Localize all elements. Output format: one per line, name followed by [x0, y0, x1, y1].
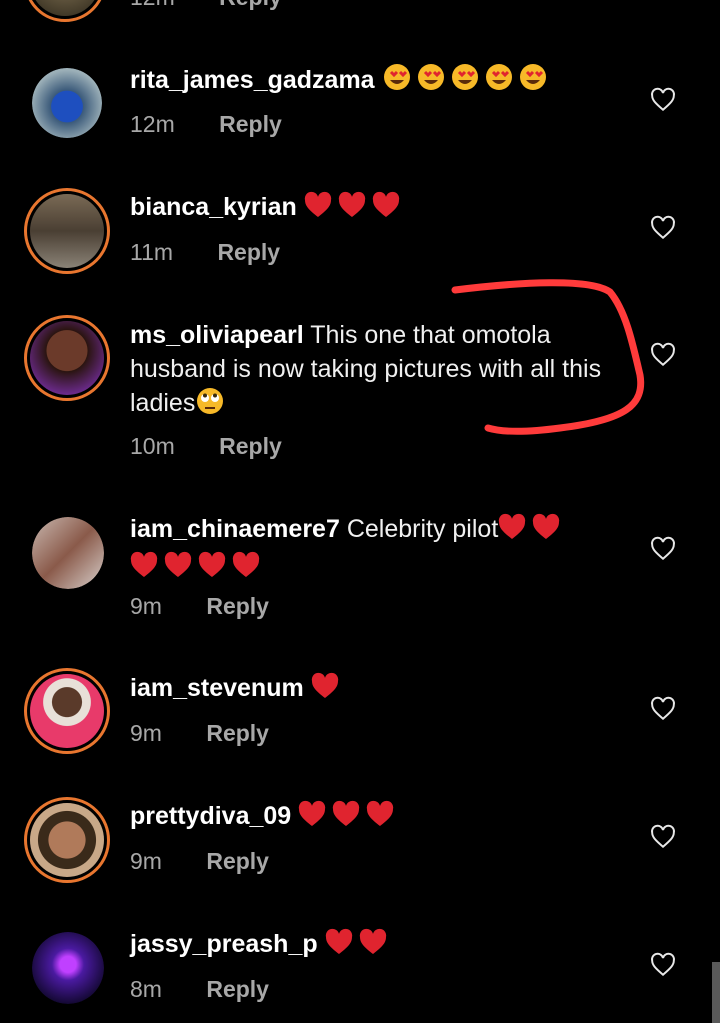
comment-text: jassy_preash_p — [130, 927, 630, 965]
red-heart-emoji — [325, 928, 391, 965]
reply-button[interactable]: Reply — [206, 848, 269, 874]
avatar[interactable] — [24, 315, 110, 401]
comment-time: 12m — [130, 111, 175, 137]
reply-button[interactable]: Reply — [219, 111, 282, 137]
comment-text: prettydiva_09 — [130, 799, 630, 837]
comment-username[interactable]: bianca_kyrian — [130, 193, 297, 221]
comment-username[interactable]: prettydiva_09 — [130, 802, 291, 830]
comment-meta: 8m Reply — [130, 976, 269, 1003]
comment-time: 9m — [130, 848, 162, 874]
comment-time: 8m — [130, 976, 162, 1002]
comment-meta: 12m Reply — [130, 0, 282, 11]
avatar[interactable] — [32, 517, 104, 589]
scrollbar[interactable] — [712, 962, 720, 1023]
comment-meta: 11m Reply — [130, 239, 280, 266]
comment-username[interactable]: iam_chinaemere7 — [130, 515, 340, 543]
comment-username[interactable]: ms_oliviapearl — [130, 321, 304, 349]
comment-time: 11m — [130, 239, 174, 265]
reply-button[interactable]: Reply — [219, 433, 282, 459]
heart-outline-icon[interactable] — [650, 824, 676, 850]
red-heart-emoji — [298, 800, 398, 837]
red-heart-emoji — [304, 191, 404, 228]
comment-text: ms_oliviapearl This one that omotola hus… — [130, 318, 620, 424]
avatar[interactable] — [32, 932, 104, 1004]
comment-username[interactable]: iam_stevenum — [130, 674, 304, 702]
comment-time: 12m — [130, 0, 175, 10]
avatar[interactable] — [24, 668, 110, 754]
eye-roll-emoji — [195, 387, 225, 424]
comment-body: Celebrity pilot — [346, 515, 499, 543]
red-heart-emoji — [498, 513, 564, 550]
avatar[interactable] — [24, 0, 106, 22]
comment-username[interactable]: jassy_preash_p — [130, 930, 318, 958]
reply-button[interactable]: Reply — [206, 976, 269, 1002]
avatar[interactable] — [32, 68, 102, 138]
heart-outline-icon[interactable] — [650, 536, 676, 562]
red-heart-emoji — [130, 551, 268, 588]
comment-username[interactable]: rita_james_gadzama — [130, 66, 375, 94]
heart-outline-icon[interactable] — [650, 952, 676, 978]
red-heart-emoji — [311, 672, 341, 709]
avatar[interactable] — [24, 797, 110, 883]
comment-text: bianca_kyrian — [130, 190, 630, 228]
comment-time: 10m — [130, 433, 175, 459]
comment-text: iam_chinaemere7 Celebrity pilot — [130, 512, 630, 588]
comment-meta: 9m Reply — [130, 720, 269, 747]
comment-meta: 9m Reply — [130, 593, 269, 620]
comment-meta: 9m Reply — [130, 848, 269, 875]
comment-meta: 12m Reply — [130, 111, 282, 138]
heart-eyes-emoji — [382, 62, 552, 101]
comment-time: 9m — [130, 720, 162, 746]
heart-outline-icon[interactable] — [650, 342, 676, 368]
reply-button[interactable]: Reply — [217, 239, 280, 265]
comment-meta: 10m Reply — [130, 433, 282, 460]
heart-outline-icon[interactable] — [650, 696, 676, 722]
comment-text: iam_stevenum — [130, 671, 630, 709]
comment-time: 9m — [130, 593, 162, 619]
reply-button[interactable]: Reply — [219, 0, 282, 10]
reply-button[interactable]: Reply — [206, 720, 269, 746]
heart-outline-icon[interactable] — [650, 87, 676, 113]
comment-text: rita_james_gadzama — [130, 62, 630, 101]
heart-outline-icon[interactable] — [650, 215, 676, 241]
avatar[interactable] — [24, 188, 110, 274]
reply-button[interactable]: Reply — [206, 593, 269, 619]
